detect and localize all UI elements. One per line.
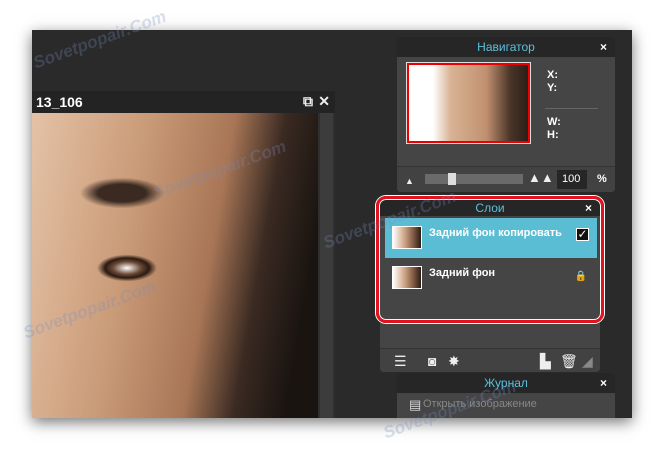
w-label: W: bbox=[547, 116, 561, 128]
zoom-unit: % bbox=[597, 173, 607, 185]
navigator-panel: Навигатор × X: Y: W: H: ▲ ▲▲ 100 % bbox=[397, 37, 615, 192]
zoom-in-icon[interactable]: ▲▲ bbox=[528, 170, 554, 186]
layer-effects-icon[interactable]: ✸ bbox=[448, 353, 460, 369]
resize-icon[interactable]: ◢ bbox=[582, 353, 593, 369]
restore-icon[interactable]: ⧉ bbox=[303, 93, 313, 110]
lock-icon: 🔒 bbox=[574, 271, 587, 282]
zoom-input[interactable]: 100 bbox=[557, 170, 587, 189]
history-title: Журнал bbox=[484, 376, 528, 390]
document-title: 13_106 bbox=[36, 94, 83, 110]
navigator-header[interactable]: Навигатор × bbox=[397, 37, 615, 57]
document-icon: ▤ bbox=[409, 397, 422, 412]
layer-row[interactable]: Задний фон 🔒 bbox=[385, 258, 597, 298]
document-title-bar[interactable]: 13_106 ⧉ ✕ bbox=[32, 91, 335, 113]
close-icon[interactable]: × bbox=[585, 200, 592, 216]
h-label: H: bbox=[547, 129, 559, 141]
navigator-title: Навигатор bbox=[477, 40, 535, 54]
history-panel: Журнал × ▤ Открыть изображение bbox=[397, 373, 615, 418]
close-icon[interactable]: × bbox=[600, 373, 607, 393]
layer-thumbnail bbox=[392, 226, 422, 249]
zoom-slider-handle[interactable] bbox=[448, 173, 456, 185]
document-window: 13_106 ⧉ ✕ bbox=[32, 91, 335, 418]
new-layer-icon[interactable]: ▙ bbox=[540, 353, 551, 369]
trash-icon[interactable]: 🗑 bbox=[560, 353, 578, 369]
layer-name: Задний фон bbox=[429, 267, 496, 279]
x-label: X: bbox=[547, 69, 558, 81]
layers-title: Слои bbox=[475, 201, 505, 215]
navigator-preview[interactable] bbox=[406, 62, 531, 144]
adjustments-icon[interactable]: ☰ bbox=[394, 353, 407, 369]
layer-mask-icon[interactable]: ◙ bbox=[428, 353, 436, 369]
vertical-scrollbar[interactable] bbox=[318, 113, 335, 418]
close-icon[interactable]: × bbox=[600, 37, 607, 57]
layer-row[interactable]: Задний фон копировать ✓ bbox=[385, 218, 597, 258]
history-item-label: Открыть изображение bbox=[423, 398, 537, 410]
visibility-checkbox[interactable]: ✓ bbox=[576, 228, 589, 241]
zoom-bar: ▲ ▲▲ 100 % bbox=[397, 166, 615, 192]
app-window: 13_106 ⧉ ✕ Навигатор × X: Y: W: H: ▲ ▲▲ 1… bbox=[32, 30, 632, 418]
layer-thumbnail bbox=[392, 266, 422, 289]
layers-toolbar: ☰ ◙ ✸ ▙ 🗑 ◢ bbox=[380, 348, 600, 372]
y-label: Y: bbox=[547, 82, 558, 94]
history-item[interactable]: ▤ Открыть изображение bbox=[397, 393, 615, 417]
zoom-slider[interactable] bbox=[425, 173, 523, 185]
layers-header[interactable]: Слои × bbox=[380, 200, 600, 216]
layer-name: Задний фон копировать bbox=[429, 227, 562, 239]
history-header[interactable]: Журнал × bbox=[397, 373, 615, 393]
canvas-image[interactable] bbox=[32, 113, 318, 418]
divider bbox=[545, 108, 598, 109]
zoom-out-icon[interactable]: ▲ bbox=[405, 173, 414, 189]
layers-panel: Слои × Задний фон копировать ✓ Задний фон… bbox=[380, 200, 600, 372]
close-icon[interactable]: ✕ bbox=[318, 93, 330, 110]
